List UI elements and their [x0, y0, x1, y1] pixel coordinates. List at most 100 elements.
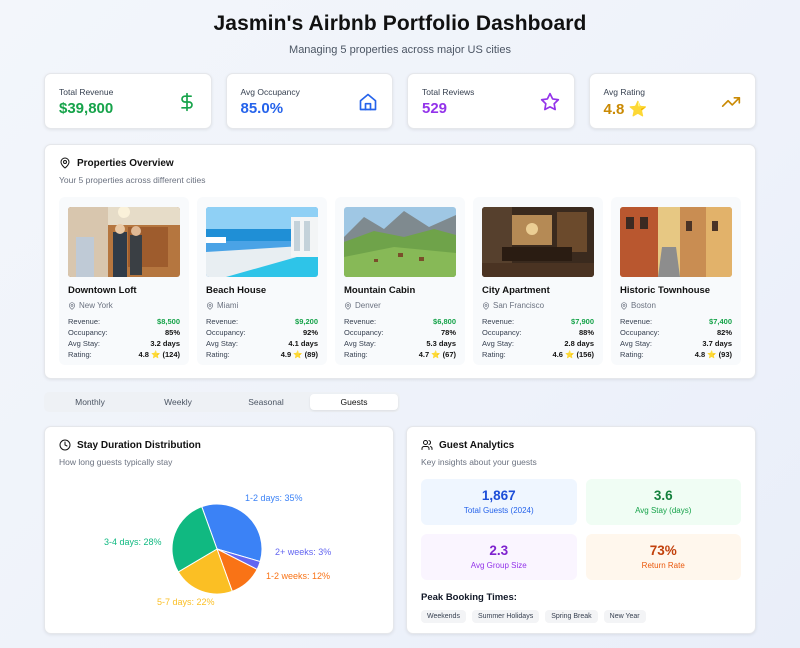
property-location-text: San Francisco — [493, 301, 545, 310]
section-title: Stay Duration Distribution — [77, 439, 201, 451]
map-pin-icon — [206, 301, 214, 310]
metric-group-size: 2.3 Avg Group Size — [421, 534, 577, 580]
peak-chip: New Year — [603, 610, 646, 623]
tab-weekly[interactable]: Weekly — [134, 394, 222, 410]
metric-value: 2.3 — [489, 543, 509, 558]
home-icon — [359, 93, 377, 111]
property-location: Boston — [620, 301, 732, 310]
map-pin-icon — [344, 301, 352, 310]
row-label: Revenue: — [68, 317, 101, 326]
avg-stay-row: Avg Stay: 3.7 days — [620, 338, 732, 349]
occupancy-row: Occupancy: 78% — [344, 327, 456, 338]
rating-row: Rating: 4.8 ⭐ (93) — [620, 349, 732, 360]
row-label: Occupancy: — [620, 328, 660, 337]
metric-return-rate: 73% Return Rate — [585, 534, 741, 580]
occupancy-value: 78% — [440, 328, 456, 337]
peak-booking-chips: Weekends Summer Holidays Spring Break Ne… — [421, 610, 741, 623]
property-card[interactable]: Beach House Miami Revenue: $9,200 Occupan… — [197, 197, 327, 365]
property-card[interactable]: City Apartment San Francisco Revenue: $7,… — [473, 197, 603, 365]
map-pin-icon — [60, 157, 70, 169]
revenue-value: $9,200 — [295, 317, 318, 326]
clock-icon — [59, 439, 71, 451]
property-name: City Apartment — [482, 285, 550, 296]
tab-monthly[interactable]: Monthly — [46, 394, 134, 410]
property-card[interactable]: Downtown Loft New York Revenue: $8,500 Oc… — [59, 197, 189, 365]
star-icon — [540, 92, 559, 111]
metric-label: Avg Group Size — [470, 561, 527, 570]
row-label: Occupancy: — [344, 328, 384, 337]
section-subtitle: Key insights about your guests — [421, 457, 537, 467]
row-label: Avg Stay: — [620, 339, 652, 348]
metric-label: Return Rate — [641, 561, 685, 570]
stay-duration-card: Stay Duration Distribution How long gues… — [44, 426, 394, 634]
revenue-value: $6,800 — [433, 317, 456, 326]
stats-row: Total Revenue $39,800 Avg Occupancy 85.0… — [44, 73, 756, 129]
tab-seasonal[interactable]: Seasonal — [222, 394, 310, 410]
avg-stay-value: 2.8 days — [564, 339, 594, 348]
property-location: San Francisco — [482, 301, 594, 310]
stat-card-revenue: Total Revenue $39,800 — [44, 73, 212, 129]
page-header: Jasmin's Airbnb Portfolio Dashboard Mana… — [0, 0, 800, 56]
peak-booking-title: Peak Booking Times: — [421, 592, 517, 603]
tab-guests[interactable]: Guests — [310, 394, 398, 410]
peak-chip: Summer Holidays — [471, 610, 540, 623]
avg-stay-row: Avg Stay: 2.8 days — [482, 338, 594, 349]
property-photo — [344, 207, 456, 277]
metric-avg-stay: 3.6 Avg Stay (days) — [585, 479, 741, 525]
row-label: Avg Stay: — [482, 339, 514, 348]
occupancy-value: 82% — [716, 328, 732, 337]
page-subtitle: Managing 5 properties across major US ci… — [289, 44, 511, 56]
occupancy-value: 92% — [302, 328, 318, 337]
row-label: Avg Stay: — [344, 339, 376, 348]
row-label: Rating: — [68, 350, 92, 359]
avg-stay-row: Avg Stay: 4.1 days — [206, 338, 318, 349]
row-label: Rating: — [620, 350, 644, 359]
dollar-icon — [180, 92, 193, 112]
property-location-text: Miami — [217, 301, 239, 310]
rating-row: Rating: 4.7 ⭐ (67) — [344, 349, 456, 360]
row-label: Occupancy: — [482, 328, 522, 337]
row-label: Revenue: — [206, 317, 239, 326]
occupancy-value: 88% — [578, 328, 594, 337]
rating-value: 4.7 ⭐ (67) — [418, 350, 456, 359]
avg-stay-row: Avg Stay: 3.2 days — [68, 338, 180, 349]
row-label: Rating: — [206, 350, 230, 359]
pie-label: 3-4 days: 28% — [104, 537, 162, 547]
avg-stay-value: 4.1 days — [288, 339, 318, 348]
section-subtitle: Your 5 properties across different citie… — [59, 175, 206, 185]
pie-label: 2+ weeks: 3% — [275, 547, 331, 557]
property-card[interactable]: Historic Townhouse Boston Revenue: $7,400… — [611, 197, 741, 365]
properties-overview-card: Properties Overview Your 5 properties ac… — [44, 144, 756, 379]
revenue-value: $7,900 — [571, 317, 594, 326]
peak-chip: Spring Break — [545, 610, 598, 623]
guest-metrics-grid: 1,867 Total Guests (2024) 3.6 Avg Stay (… — [421, 479, 741, 580]
row-label: Revenue: — [620, 317, 653, 326]
property-name: Mountain Cabin — [344, 285, 416, 296]
page-title: Jasmin's Airbnb Portfolio Dashboard — [213, 12, 587, 35]
row-label: Revenue: — [482, 317, 515, 326]
section-subtitle: How long guests typically stay — [59, 457, 173, 467]
occupancy-row: Occupancy: 85% — [68, 327, 180, 338]
property-photo — [620, 207, 732, 277]
rating-row: Rating: 4.6 ⭐ (156) — [482, 349, 594, 360]
row-label: Occupancy: — [68, 328, 108, 337]
users-icon — [421, 440, 433, 450]
property-location: Denver — [344, 301, 456, 310]
property-photo — [68, 207, 180, 277]
property-location-text: Boston — [631, 301, 656, 310]
occupancy-row: Occupancy: 88% — [482, 327, 594, 338]
stat-card-reviews: Total Reviews 529 — [407, 73, 575, 129]
map-pin-icon — [482, 301, 490, 310]
revenue-row: Revenue: $7,900 — [482, 316, 594, 327]
rating-value: 4.8 ⭐ (124) — [138, 350, 180, 359]
metric-value: 3.6 — [653, 488, 673, 503]
avg-stay-row: Avg Stay: 5.3 days — [344, 338, 456, 349]
property-photo — [482, 207, 594, 277]
property-name: Historic Townhouse — [620, 285, 711, 296]
avg-stay-value: 3.2 days — [150, 339, 180, 348]
stat-card-occupancy: Avg Occupancy 85.0% — [225, 73, 393, 129]
row-label: Revenue: — [344, 317, 377, 326]
revenue-row: Revenue: $9,200 — [206, 316, 318, 327]
property-card[interactable]: Mountain Cabin Denver Revenue: $6,800 Occ… — [335, 197, 465, 365]
property-location: Miami — [206, 301, 318, 310]
